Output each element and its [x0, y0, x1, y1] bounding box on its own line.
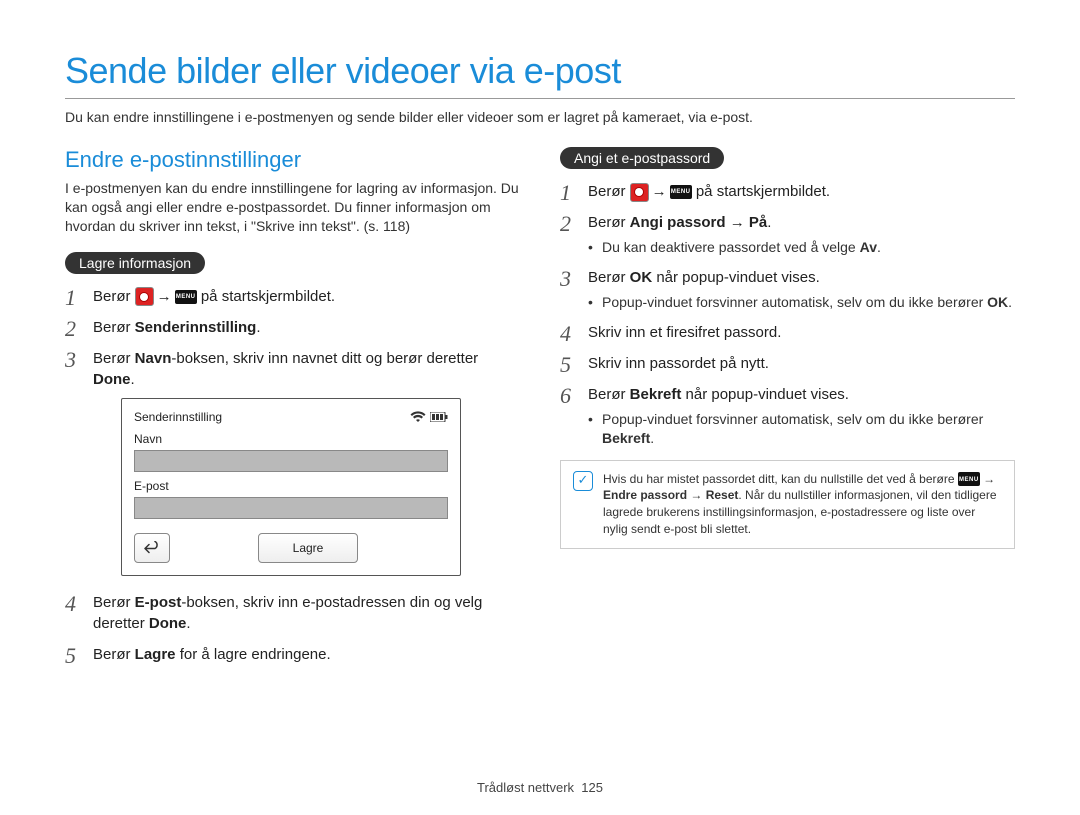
app-icon: [630, 183, 649, 202]
sender-settings-illustration: Senderinnstilling Navn E-post: [121, 398, 461, 576]
page-title: Sende bilder eller videoer via e-post: [65, 50, 1015, 92]
right-step-5: Skriv inn passordet på nytt.: [560, 353, 1015, 374]
step-bold: Done: [149, 615, 187, 632]
step-text: når popup-vinduet vises.: [652, 269, 820, 286]
page-footer: Trådløst nettverk 125: [0, 780, 1080, 795]
bullet-bold: Bekreft: [602, 430, 650, 446]
bullet-bold: OK: [987, 294, 1008, 310]
section-desc-left: I e-postmenyen kan du endre innstillinge…: [65, 179, 520, 236]
right-column: Angi et e-postpassord Berør →MENU på sta…: [560, 147, 1015, 675]
step-bold: Bekreft: [630, 386, 682, 403]
illustration-name-input: [134, 450, 448, 472]
step-bold: OK: [630, 269, 653, 286]
illustration-title: Senderinnstilling: [134, 409, 222, 426]
step-bullet: Popup-vinduet forsvinner automatisk, sel…: [588, 410, 1015, 448]
note-bold: Endre passord: [603, 488, 687, 502]
left-step-5: Berør Lagre for å lagre endringene.: [65, 644, 520, 665]
wifi-icon: [410, 411, 426, 423]
step-text: .: [131, 371, 135, 388]
right-step-1: Berør →MENU på startskjermbildet.: [560, 181, 1015, 202]
bullet-text: Popup-vinduet forsvinner automatisk, sel…: [602, 411, 983, 427]
bullet-text: .: [1008, 294, 1012, 310]
step-text: .: [767, 214, 771, 231]
menu-icon: MENU: [175, 290, 197, 304]
step-text: Berør: [93, 646, 135, 663]
arrow-icon: →: [157, 286, 172, 307]
right-step-2: Berør Angi passord → På. Du kan deaktive…: [560, 212, 1015, 257]
step-text: .: [186, 615, 190, 632]
left-step-4: Berør E-post-boksen, skriv inn e-postadr…: [65, 592, 520, 634]
step-text: .: [256, 319, 260, 336]
step-text: Berør: [588, 214, 630, 231]
right-steps: Berør →MENU på startskjermbildet. Berør …: [560, 181, 1015, 448]
menu-icon: MENU: [958, 472, 980, 486]
step-text: Berør: [93, 288, 135, 305]
step-bullet: Du kan deaktivere passordet ved å velge …: [588, 238, 1015, 257]
right-step-6: Berør Bekreft når popup-vinduet vises. P…: [560, 384, 1015, 448]
step-text: Berør: [93, 350, 135, 367]
step-text: på startskjermbildet.: [692, 183, 830, 200]
left-column: Endre e-postinnstillinger I e-postmenyen…: [65, 147, 520, 675]
illustration-name-label: Navn: [134, 431, 448, 448]
note-text-segment: →: [980, 472, 995, 486]
step-bullet: Popup-vinduet forsvinner automatisk, sel…: [588, 293, 1015, 312]
step-text: →: [726, 214, 749, 231]
bullet-bold: Av: [860, 239, 877, 255]
step-bold: På: [749, 214, 767, 231]
step-bold: Angi passord: [630, 214, 726, 231]
app-icon: [135, 287, 154, 306]
left-steps: Berør →MENU på startskjermbildet. Berør …: [65, 286, 520, 665]
illustration-email-label: E-post: [134, 478, 448, 495]
title-rule: [65, 98, 1015, 99]
bullet-text: .: [877, 239, 881, 255]
pill-angi-passord: Angi et e-postpassord: [560, 147, 724, 169]
step-text: Berør: [588, 183, 630, 200]
step-text: for å lagre endringene.: [176, 646, 331, 663]
step-text: på startskjermbildet.: [197, 288, 335, 305]
intro-text: Du kan endre innstillingene i e-postmeny…: [65, 109, 1015, 125]
footer-section: Trådløst nettverk: [477, 780, 574, 795]
step-bold: Senderinnstilling: [135, 319, 257, 336]
right-step-3: Berør OK når popup-vinduet vises. Popup-…: [560, 267, 1015, 312]
step-bold: E-post: [135, 594, 182, 611]
menu-icon: MENU: [670, 185, 692, 199]
right-step-4: Skriv inn et firesifret passord.: [560, 322, 1015, 343]
illustration-email-input: [134, 497, 448, 519]
left-step-2: Berør Senderinnstilling.: [65, 317, 520, 338]
bullet-text: Popup-vinduet forsvinner automatisk, sel…: [602, 294, 987, 310]
battery-icon: [430, 412, 448, 422]
note-bold: Reset: [706, 488, 739, 502]
step-text: Berør: [93, 594, 135, 611]
left-step-1: Berør →MENU på startskjermbildet.: [65, 286, 520, 307]
step-text: -boksen, skriv inn navnet ditt og berør …: [171, 350, 478, 367]
step-text: Berør: [93, 319, 135, 336]
step-text: når popup-vinduet vises.: [681, 386, 849, 403]
bullet-text: Du kan deaktivere passordet ved å velge: [602, 239, 860, 255]
footer-page-num: 125: [581, 780, 603, 795]
note-icon: ✓: [573, 471, 593, 491]
note-text-segment: →: [687, 488, 706, 502]
arrow-icon: →: [652, 181, 667, 202]
step-text: Berør: [588, 269, 630, 286]
step-bold: Done: [93, 371, 131, 388]
note-text-segment: Hvis du har mistet passordet ditt, kan d…: [603, 472, 958, 486]
note-text: Hvis du har mistet passordet ditt, kan d…: [603, 471, 1002, 538]
note-box: ✓ Hvis du har mistet passordet ditt, kan…: [560, 460, 1015, 549]
left-step-3: Berør Navn-boksen, skriv inn navnet ditt…: [65, 348, 520, 576]
step-bold: Navn: [135, 350, 172, 367]
step-bold: Lagre: [135, 646, 176, 663]
pill-lagre-informasjon: Lagre informasjon: [65, 252, 205, 274]
illustration-back-button: [134, 533, 170, 563]
illustration-save-button: Lagre: [258, 533, 358, 563]
step-text: Berør: [588, 386, 630, 403]
section-title-left: Endre e-postinnstillinger: [65, 147, 520, 173]
bullet-text: .: [650, 430, 654, 446]
